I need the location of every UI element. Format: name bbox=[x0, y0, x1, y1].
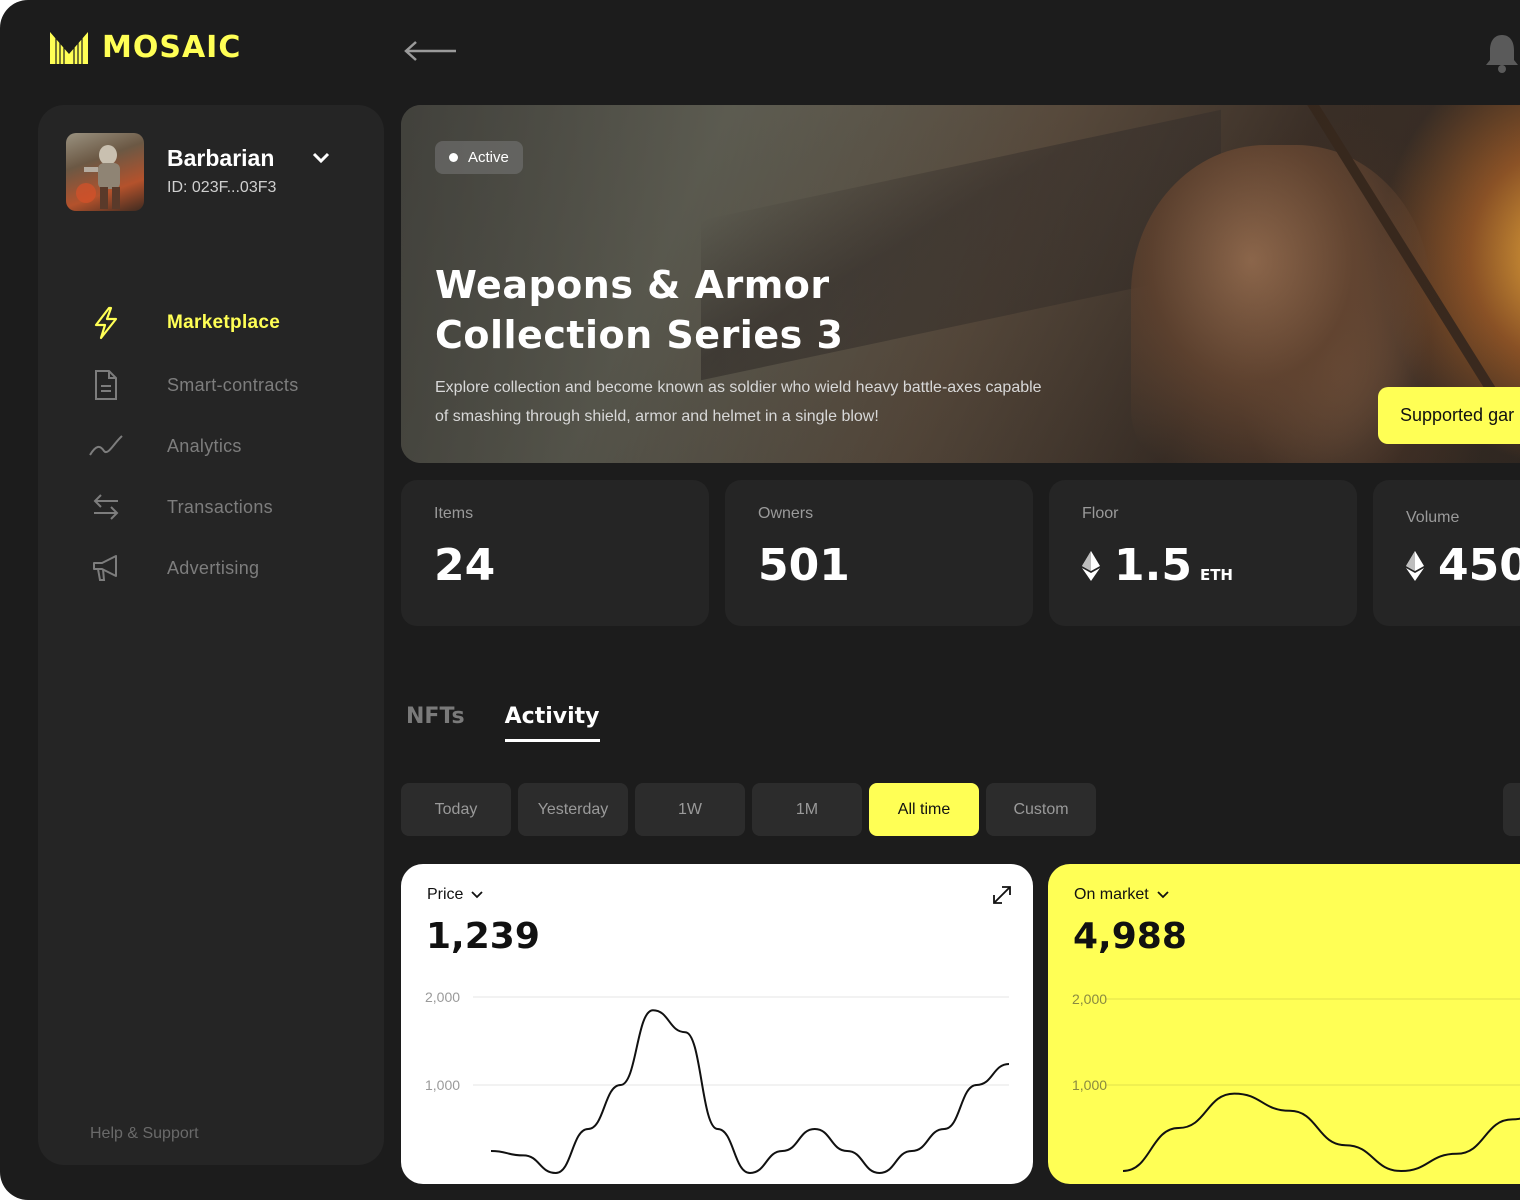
status-badge: Active bbox=[435, 141, 523, 174]
stat-label: Owners bbox=[758, 505, 814, 522]
price-metric-select[interactable]: Price bbox=[427, 886, 484, 904]
help-link[interactable]: Help & Support bbox=[90, 1125, 199, 1143]
content-tabs: NFTs Activity bbox=[406, 704, 600, 742]
lightning-icon bbox=[88, 305, 124, 341]
y-tick-label: 2,000 bbox=[425, 989, 460, 1005]
nav-item-analytics[interactable]: Analytics bbox=[88, 424, 388, 468]
trend-line-icon bbox=[88, 428, 124, 464]
on-market-metric-select[interactable]: On market bbox=[1074, 886, 1169, 904]
sidebar: Barbarian ID: 023F...03F3 Marketplace Sm… bbox=[38, 105, 384, 1165]
supported-games-button[interactable]: Supported gar bbox=[1378, 387, 1520, 444]
price-chart-card: 2,000 1,000 Price 1,239 bbox=[401, 864, 1033, 1184]
collection-hero: Active Weapons & Armor Collection Series… bbox=[401, 105, 1520, 463]
chart-title: On market bbox=[1074, 886, 1149, 903]
ethereum-icon bbox=[1406, 550, 1424, 581]
avatar[interactable] bbox=[66, 133, 144, 211]
filter-1w-button[interactable]: 1W bbox=[635, 783, 745, 836]
app-name: MOSAIC bbox=[102, 30, 242, 65]
stat-label: Items bbox=[434, 505, 474, 522]
stat-number: 24 bbox=[434, 540, 496, 591]
filter-yesterday-button[interactable]: Yesterday bbox=[518, 783, 628, 836]
stat-label: Floor bbox=[1082, 505, 1119, 522]
filter-1m-button[interactable]: 1M bbox=[752, 783, 862, 836]
user-id: ID: 023F...03F3 bbox=[167, 179, 277, 196]
nav-label: Analytics bbox=[167, 435, 242, 456]
nav-item-marketplace[interactable]: Marketplace bbox=[88, 301, 388, 345]
back-arrow-icon[interactable] bbox=[402, 38, 458, 64]
y-tick-label: 2,000 bbox=[1072, 991, 1107, 1007]
nav-label: Marketplace bbox=[167, 312, 281, 333]
series-line bbox=[490, 1009, 1010, 1175]
stat-items: Items 24 bbox=[401, 480, 709, 626]
chevron-down-icon[interactable] bbox=[310, 148, 332, 168]
expand-icon[interactable] bbox=[991, 884, 1013, 906]
on-market-chart: 2,000 1,000 bbox=[1072, 991, 1520, 1173]
nav-label: Advertising bbox=[167, 557, 260, 578]
nav-label: Smart-contracts bbox=[167, 374, 299, 395]
collection-title: Weapons & Armor Collection Series 3 bbox=[435, 263, 844, 357]
nav-item-smart-contracts[interactable]: Smart-contracts bbox=[88, 363, 388, 407]
stat-number: 501 bbox=[758, 540, 850, 591]
nav-label: Transactions bbox=[167, 496, 273, 517]
swap-arrows-icon bbox=[88, 489, 124, 525]
collection-description: Explore collection and become known as s… bbox=[435, 379, 1042, 425]
status-dot-icon bbox=[449, 153, 458, 162]
stat-number: 450 bbox=[1438, 540, 1520, 591]
chevron-down-icon bbox=[471, 891, 484, 899]
nav-item-transactions[interactable]: Transactions bbox=[88, 485, 388, 529]
warrior-avatar-image bbox=[76, 145, 120, 209]
stat-number: 1.5 bbox=[1114, 540, 1192, 591]
stat-value: 450 bbox=[1406, 540, 1520, 591]
ethereum-icon bbox=[1082, 550, 1100, 581]
stat-value: 501 bbox=[758, 540, 850, 591]
tab-activity[interactable]: Activity bbox=[504, 704, 600, 742]
series-line bbox=[1122, 1092, 1520, 1173]
stat-value: 1.5 ETH bbox=[1082, 540, 1233, 591]
chart-value: 4,988 bbox=[1073, 916, 1187, 957]
tab-nfts[interactable]: NFTs bbox=[406, 704, 465, 742]
megaphone-icon bbox=[88, 550, 124, 586]
y-tick-label: 1,000 bbox=[1072, 1077, 1107, 1093]
app-logo[interactable]: MOSAIC bbox=[50, 30, 241, 65]
y-tick-label: 1,000 bbox=[425, 1077, 460, 1093]
chart-value: 1,239 bbox=[426, 916, 540, 957]
nav-item-advertising[interactable]: Advertising bbox=[88, 546, 388, 590]
filter-all-time-button[interactable]: All time bbox=[869, 783, 979, 836]
filter-today-button[interactable]: Today bbox=[401, 783, 511, 836]
chevron-down-icon bbox=[1157, 891, 1169, 899]
stat-volume: Volume 450 bbox=[1373, 480, 1520, 626]
app-window: MOSAIC Barbarian ID: 023F...03F3 Marketp… bbox=[0, 0, 1520, 1200]
stat-floor: Floor 1.5 ETH bbox=[1049, 480, 1357, 626]
status-label: Active bbox=[468, 149, 509, 166]
filter-custom-button[interactable]: Custom bbox=[986, 783, 1096, 836]
chart-title: Price bbox=[427, 886, 464, 903]
time-range-filters: Today Yesterday 1W 1M All time Custom bbox=[401, 783, 1096, 836]
on-market-chart-card: 2,000 1,000 On market 4,988 bbox=[1048, 864, 1520, 1184]
bell-icon[interactable] bbox=[1484, 32, 1520, 74]
stat-owners: Owners 501 bbox=[725, 480, 1033, 626]
stat-unit: ETH bbox=[1199, 566, 1233, 584]
filter-calendar-button[interactable] bbox=[1503, 783, 1520, 836]
username[interactable]: Barbarian bbox=[167, 145, 274, 172]
price-chart: 2,000 1,000 bbox=[425, 989, 1010, 1175]
stat-label: Volume bbox=[1406, 509, 1460, 526]
document-icon bbox=[88, 367, 124, 403]
logo-mark-icon bbox=[50, 31, 88, 64]
stat-value: 24 bbox=[434, 540, 495, 591]
